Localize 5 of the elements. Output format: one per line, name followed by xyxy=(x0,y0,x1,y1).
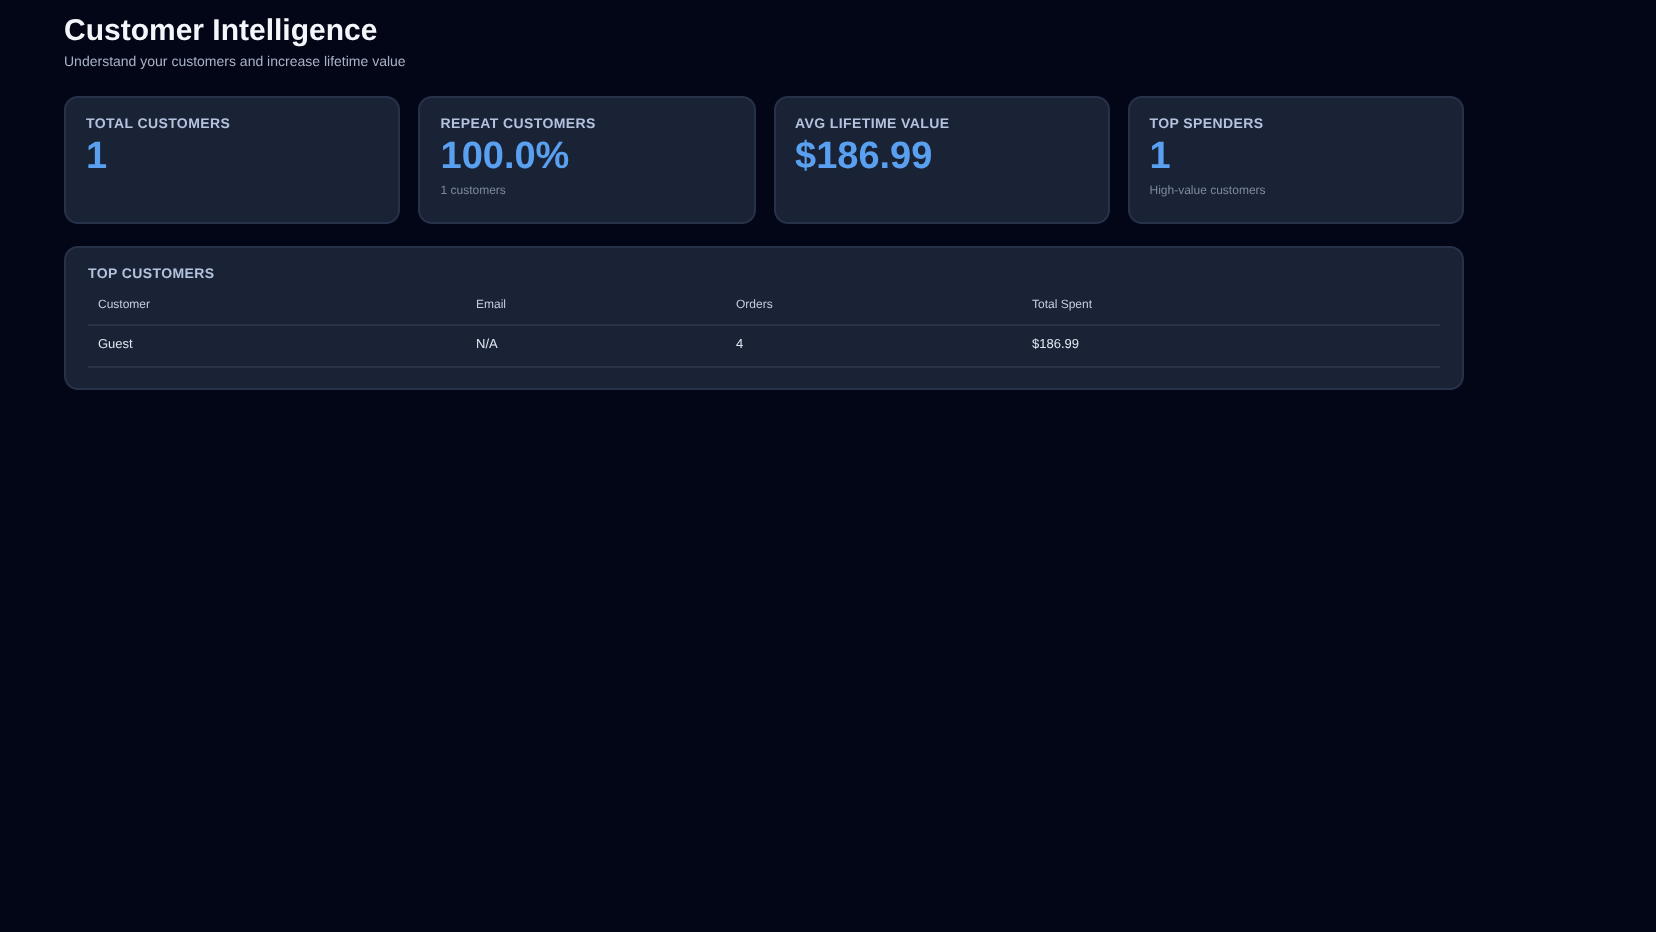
stat-value: 1 xyxy=(1149,136,1173,180)
stat-value: 100.0% xyxy=(440,136,572,180)
stat-value: $186.99 xyxy=(795,136,935,180)
stat-value: 1 xyxy=(86,136,110,180)
page-title: Customer Intelligence xyxy=(64,14,380,50)
